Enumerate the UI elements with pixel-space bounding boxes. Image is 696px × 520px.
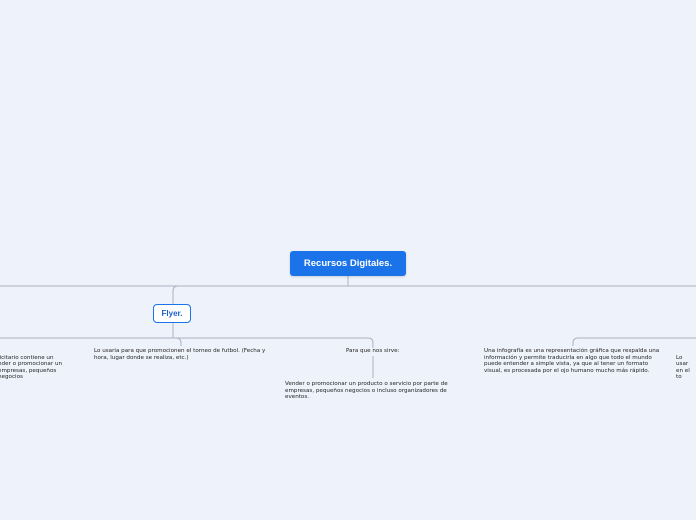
note-para-que-text: Para que nos sirve: [346, 348, 400, 354]
note-left-partial[interactable]: licitario contiene un nder o promocionar… [0, 348, 80, 388]
note-para-que[interactable]: Para que nos sirve: [346, 348, 426, 355]
root-node-label: Recursos Digitales. [303, 258, 393, 269]
connector-flyer-bar [0, 337, 374, 348]
branch-node-flyer[interactable]: Flyer. [153, 304, 191, 323]
root-node-recursos-digitales[interactable]: Recursos Digitales. [290, 251, 406, 276]
note-infografia-text: Una infografía es una representación grá… [484, 348, 660, 374]
connector-flyer-drop [172, 285, 179, 304]
note-infografia[interactable]: Una infografía es una representación grá… [484, 348, 660, 374]
note-vender-text: Vender o promocionar un producto o servi… [285, 381, 448, 401]
note-torneo-text: Lo usaria para que promocionen el torneo… [94, 348, 266, 361]
branch-node-label: Flyer. [161, 309, 183, 318]
connector-torneo-drop [175, 337, 182, 346]
note-left-partial-text: licitario contiene un nder o promocionar… [0, 354, 63, 381]
note-vender[interactable]: Vender o promocionar un producto o servi… [285, 381, 453, 401]
note-torneo[interactable]: Lo usaria para que promocionen el torneo… [94, 348, 274, 361]
note-right-partial[interactable]: Lo usar en el to [676, 348, 696, 381]
connector-right-bar [572, 337, 696, 346]
note-right-partial-text: Lo usar en el to [676, 354, 690, 381]
